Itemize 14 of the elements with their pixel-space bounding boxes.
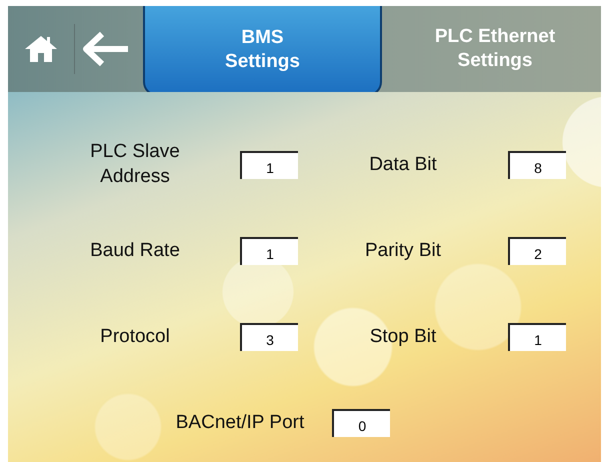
field-label: Stop Bit [368, 324, 438, 349]
input-field[interactable]: 0 [332, 409, 390, 437]
field-label: BACnet/IP Port [176, 410, 304, 435]
input-field[interactable]: 2 [508, 237, 566, 265]
field-label: Data Bit [368, 152, 438, 177]
field-label: Baud Rate [89, 238, 181, 263]
input-field[interactable]: 8 [508, 151, 566, 179]
input-field[interactable]: 1 [240, 237, 298, 265]
field-label: PLC Slave Address [89, 140, 181, 189]
field-label: Protocol [99, 324, 171, 349]
input-field[interactable]: 1 [240, 151, 298, 179]
input-field[interactable]: 3 [240, 323, 298, 351]
input-field[interactable]: 1 [508, 323, 566, 351]
field-label: Parity Bit [364, 238, 442, 263]
